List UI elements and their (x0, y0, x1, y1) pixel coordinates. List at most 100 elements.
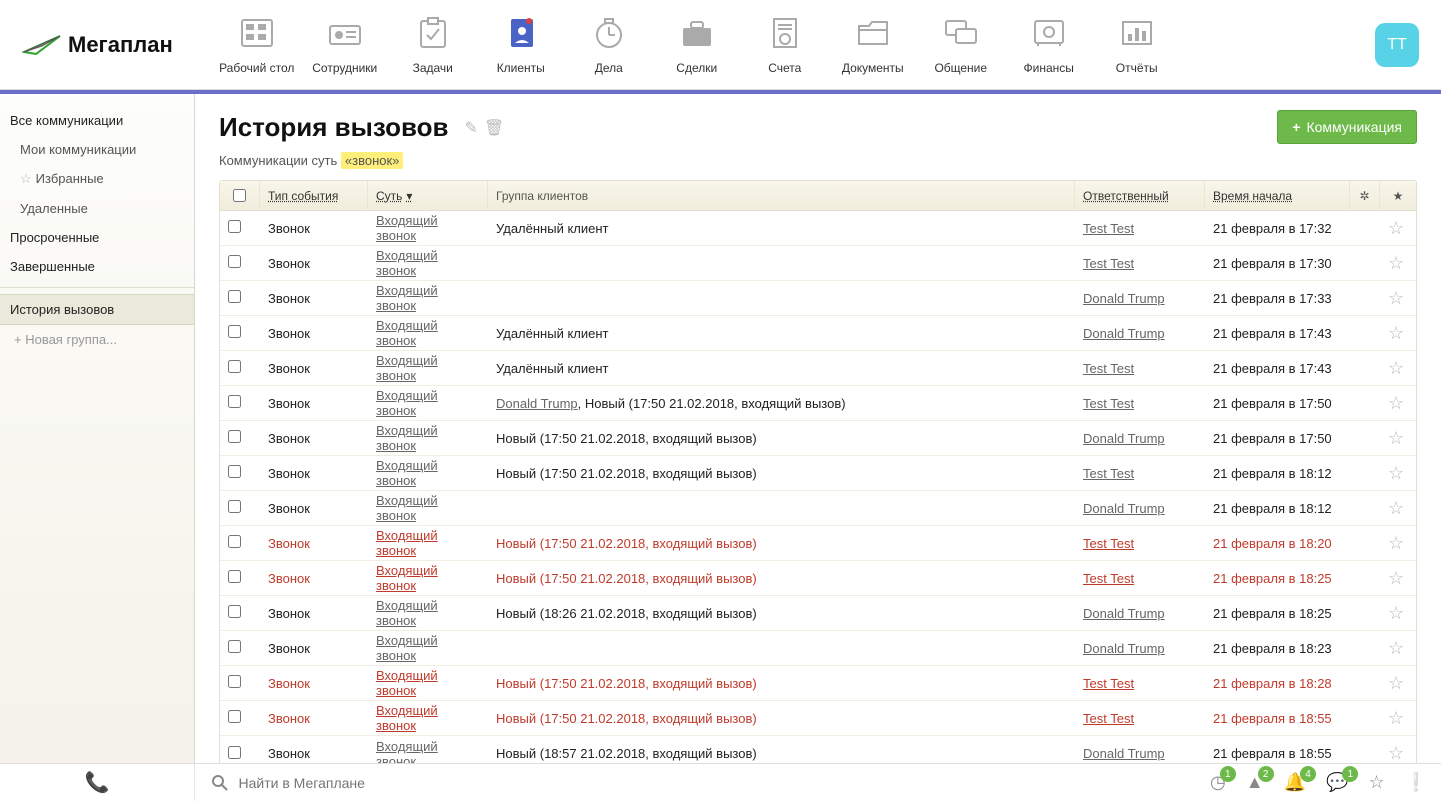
edit-icon[interactable]: ✎ (465, 118, 478, 138)
table-row[interactable]: ЗвонокВходящий звонокНовый (18:26 21.02.… (220, 596, 1416, 631)
th-client-group[interactable]: Группа клиентов (488, 181, 1075, 210)
call-link[interactable]: Входящий звонок (376, 423, 438, 453)
row-checkbox[interactable] (228, 325, 241, 338)
select-all-checkbox[interactable] (233, 189, 246, 202)
avatar[interactable]: ТТ (1375, 23, 1419, 67)
footer-bell[interactable]: 🔔4 (1284, 772, 1306, 793)
table-row[interactable]: ЗвонокВходящий звонокУдалённый клиентTes… (220, 351, 1416, 386)
sidebar-item-overdue[interactable]: Просроченные (0, 223, 194, 252)
th-start-time[interactable]: Время начала (1205, 181, 1350, 210)
client-link[interactable]: Donald Trump (496, 396, 578, 411)
table-row[interactable]: ЗвонокВходящий звонокDonald Trump21 февр… (220, 631, 1416, 666)
call-link[interactable]: Входящий звонок (376, 563, 438, 593)
star-icon[interactable]: ☆ (1388, 463, 1404, 483)
nav-tasks[interactable]: Задачи (389, 15, 477, 75)
nav-finance[interactable]: Финансы (1005, 15, 1093, 75)
nav-documents[interactable]: Документы (829, 15, 917, 75)
star-icon[interactable]: ☆ (1388, 743, 1404, 763)
star-icon[interactable]: ☆ (1388, 603, 1404, 623)
row-checkbox[interactable] (228, 675, 241, 688)
responsible-link[interactable]: Test Test (1083, 396, 1134, 411)
star-icon[interactable]: ☆ (1388, 568, 1404, 588)
th-star[interactable]: ★ (1380, 181, 1416, 210)
logo[interactable]: Мегаплан (22, 32, 173, 58)
row-checkbox[interactable] (228, 465, 241, 478)
responsible-link[interactable]: Test Test (1083, 361, 1134, 376)
star-icon[interactable]: ☆ (1388, 358, 1404, 378)
call-link[interactable]: Входящий звонок (376, 388, 438, 418)
footer-clock[interactable]: ◷1 (1210, 772, 1226, 793)
responsible-link[interactable]: Test Test (1083, 571, 1134, 586)
create-communication-button[interactable]: Коммуникация (1277, 110, 1417, 144)
table-row[interactable]: ЗвонокВходящий звонокDonald Trump21 февр… (220, 281, 1416, 316)
table-row[interactable]: ЗвонокВходящий звонокНовый (17:50 21.02.… (220, 701, 1416, 736)
responsible-link[interactable]: Test Test (1083, 536, 1134, 551)
row-checkbox[interactable] (228, 570, 241, 583)
sidebar-item-all[interactable]: Все коммуникации (0, 106, 194, 135)
sidebar-item-done[interactable]: Завершенные (0, 252, 194, 281)
responsible-link[interactable]: Donald Trump (1083, 746, 1165, 761)
responsible-link[interactable]: Test Test (1083, 466, 1134, 481)
star-icon[interactable]: ☆ (1388, 428, 1404, 448)
nav-reports[interactable]: Отчёты (1093, 15, 1181, 75)
call-link[interactable]: Входящий звонок (376, 353, 438, 383)
responsible-link[interactable]: Test Test (1083, 711, 1134, 726)
table-row[interactable]: ЗвонокВходящий звонокDonald Trump, Новый… (220, 386, 1416, 421)
table-row[interactable]: ЗвонокВходящий звонокНовый (17:50 21.02.… (220, 561, 1416, 596)
call-link[interactable]: Входящий звонок (376, 458, 438, 488)
responsible-link[interactable]: Donald Trump (1083, 431, 1165, 446)
responsible-link[interactable]: Donald Trump (1083, 291, 1165, 306)
th-checkbox[interactable] (220, 181, 260, 210)
nav-employees[interactable]: Сотрудники (301, 15, 389, 75)
footer-star[interactable]: ☆ (1368, 772, 1384, 793)
footer-chat[interactable]: 💬1 (1326, 772, 1348, 793)
row-checkbox[interactable] (228, 640, 241, 653)
star-icon[interactable]: ☆ (1388, 708, 1404, 728)
nav-chat[interactable]: Общение (917, 15, 1005, 75)
star-icon[interactable]: ☆ (1388, 288, 1404, 308)
table-row[interactable]: ЗвонокВходящий звонокTest Test21 февраля… (220, 246, 1416, 281)
responsible-link[interactable]: Donald Trump (1083, 641, 1165, 656)
table-row[interactable]: ЗвонокВходящий звонокНовый (17:50 21.02.… (220, 526, 1416, 561)
th-responsible[interactable]: Ответственный (1075, 181, 1205, 210)
row-checkbox[interactable] (228, 535, 241, 548)
call-link[interactable]: Входящий звонок (376, 528, 438, 558)
call-link[interactable]: Входящий звонок (376, 248, 438, 278)
responsible-link[interactable]: Test Test (1083, 221, 1134, 236)
nav-clients[interactable]: Клиенты (477, 15, 565, 75)
nav-affairs[interactable]: Дела (565, 15, 653, 75)
responsible-link[interactable]: Test Test (1083, 256, 1134, 271)
table-row[interactable]: ЗвонокВходящий звонокDonald Trump21 февр… (220, 491, 1416, 526)
call-link[interactable]: Входящий звонок (376, 318, 438, 348)
star-icon[interactable]: ☆ (1388, 393, 1404, 413)
trash-icon[interactable]: 🗑 (484, 118, 504, 138)
row-checkbox[interactable] (228, 746, 241, 759)
star-icon[interactable]: ☆ (1388, 673, 1404, 693)
table-row[interactable]: ЗвонокВходящий звонокУдалённый клиентDon… (220, 316, 1416, 351)
sidebar-item-deleted[interactable]: Удаленные (0, 194, 194, 223)
star-icon[interactable]: ☆ (1388, 323, 1404, 343)
row-checkbox[interactable] (228, 220, 241, 233)
table-row[interactable]: ЗвонокВходящий звонокУдалённый клиентTes… (220, 211, 1416, 246)
table-row[interactable]: ЗвонокВходящий звонокНовый (17:50 21.02.… (220, 456, 1416, 491)
nav-deals[interactable]: Сделки (653, 15, 741, 75)
star-icon[interactable]: ☆ (1388, 533, 1404, 553)
row-checkbox[interactable] (228, 430, 241, 443)
star-icon[interactable]: ☆ (1388, 638, 1404, 658)
nav-accounts[interactable]: Счета (741, 15, 829, 75)
call-link[interactable]: Входящий звонок (376, 703, 438, 733)
responsible-link[interactable]: Donald Trump (1083, 606, 1165, 621)
sidebar-item-history[interactable]: История вызовов (0, 294, 194, 325)
th-event-type[interactable]: Тип события (260, 181, 368, 210)
footer-info[interactable]: ❕ (1405, 772, 1427, 793)
call-link[interactable]: Входящий звонок (376, 598, 438, 628)
row-checkbox[interactable] (228, 255, 241, 268)
row-checkbox[interactable] (228, 710, 241, 723)
row-checkbox[interactable] (228, 605, 241, 618)
call-link[interactable]: Входящий звонок (376, 668, 438, 698)
table-row[interactable]: ЗвонокВходящий звонокНовый (17:50 21.02.… (220, 421, 1416, 456)
call-link[interactable]: Входящий звонок (376, 213, 438, 243)
sidebar-add-group[interactable]: + Новая группа... (0, 325, 194, 354)
global-search[interactable] (195, 774, 1210, 792)
call-link[interactable]: Входящий звонок (376, 739, 438, 764)
